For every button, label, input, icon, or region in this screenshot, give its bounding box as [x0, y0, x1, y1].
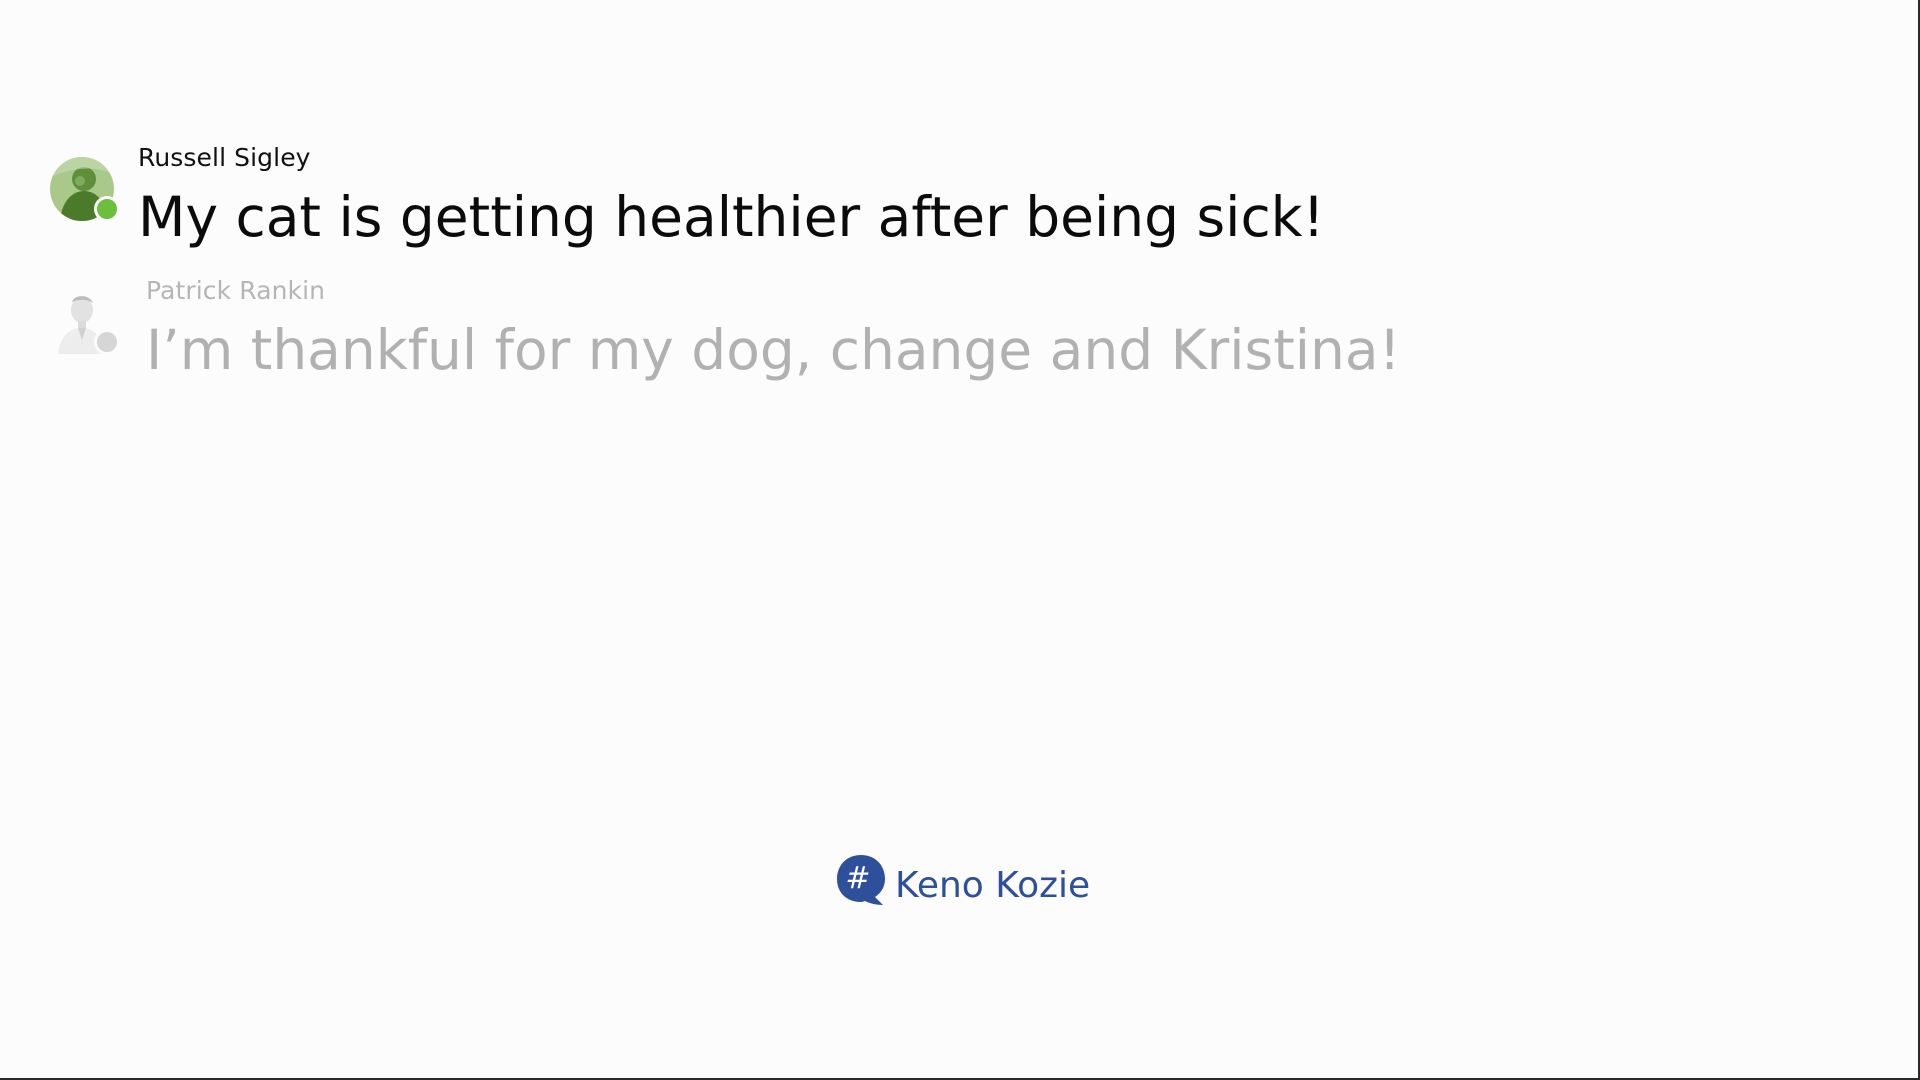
post-item: Patrick Rankin I’m thankful for my dog, … — [50, 276, 1401, 382]
status-dot-icon — [94, 329, 120, 355]
author-name: Russell Sigley — [138, 143, 311, 172]
post-wall: Russell Sigley My cat is getting healthi… — [0, 0, 1920, 1080]
avatar-container — [50, 290, 120, 355]
post-message: I’m thankful for my dog, change and Kris… — [146, 318, 1401, 382]
post-body: Russell Sigley My cat is getting healthi… — [138, 143, 1325, 249]
post-body: Patrick Rankin I’m thankful for my dog, … — [146, 276, 1401, 382]
brand-logo: # Keno Kozie — [835, 852, 1090, 910]
post-message: My cat is getting healthier after being … — [138, 185, 1325, 249]
brand-symbol: # — [845, 861, 870, 896]
brand-name: Keno Kozie — [895, 865, 1091, 906]
avatar-container — [50, 157, 120, 222]
hashtag-speech-bubble-icon: # — [837, 855, 885, 905]
online-status-dot-icon — [94, 196, 120, 222]
author-name: Patrick Rankin — [146, 276, 326, 305]
post-item: Russell Sigley My cat is getting healthi… — [50, 143, 1325, 249]
